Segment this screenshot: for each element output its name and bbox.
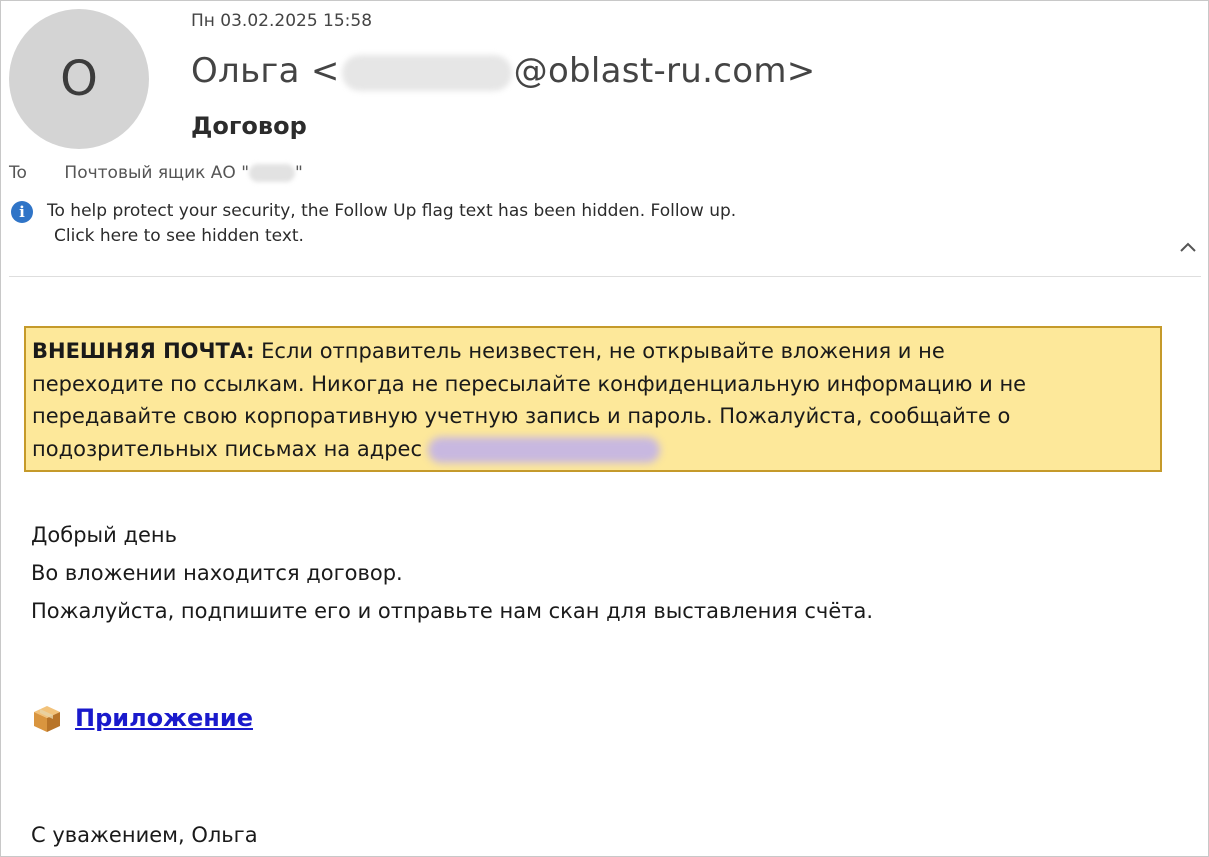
recipient-value[interactable]: Почтовый ящик АО " — [64, 163, 249, 183]
redacted-recipient — [249, 164, 296, 182]
attachment-link[interactable]: Приложение — [75, 704, 253, 732]
warning-text-2: переходите по ссылкам. Никогда не пересы… — [32, 371, 1027, 396]
sender-line[interactable]: Ольга < @oblast-ru.com> — [191, 51, 816, 91]
security-infobar[interactable]: i To help protect your security, the Fol… — [11, 199, 736, 249]
collapse-header-button[interactable] — [1176, 237, 1200, 261]
sender-domain: @oblast-ru.com> — [513, 51, 816, 91]
attachment-link-row[interactable]: Приложение — [31, 703, 253, 735]
email-body: Добрый день Во вложении находится догово… — [31, 516, 873, 630]
body-line-request: Пожалуйста, подпишите его и отправьте на… — [31, 599, 874, 623]
redacted-email-user — [341, 54, 512, 91]
chevron-up-icon — [1180, 242, 1196, 252]
package-icon — [34, 706, 60, 732]
warning-label: ВНЕШНЯЯ ПОЧТА: — [32, 339, 255, 363]
redacted-report-address — [428, 436, 661, 463]
email-reading-pane: О Пн 03.02.2025 15:58 Ольга < @oblast-ru.… — [0, 0, 1209, 857]
infobar-text: To help protect your security, the Follo… — [47, 201, 737, 221]
body-line-attachment: Во вложении находится договор. — [31, 561, 403, 585]
email-subject: Договор — [191, 112, 307, 140]
body-greeting: Добрый день — [31, 523, 177, 547]
infobar-show-hidden-link[interactable]: Click here to see hidden text. — [54, 224, 736, 249]
info-icon: i — [11, 201, 33, 223]
recipient-row: To Почтовый ящик АО " " — [9, 163, 303, 183]
email-signature: С уважением, Ольга — [31, 823, 258, 847]
sender-name: Ольга < — [191, 51, 340, 91]
avatar-letter: О — [60, 51, 98, 107]
header-divider — [9, 276, 1201, 277]
warning-text-3: передавайте свою корпоративную учетную з… — [32, 404, 1011, 428]
received-date: Пн 03.02.2025 15:58 — [191, 11, 373, 31]
warning-text-1: Если отправитель неизвестен, не открывай… — [254, 339, 945, 363]
sender-avatar[interactable]: О — [9, 9, 149, 149]
recipient-value-end: " — [295, 163, 303, 183]
warning-text-4: подозрительных письмах на адрес — [32, 436, 423, 461]
to-label: To — [9, 163, 27, 183]
external-mail-warning-banner: ВНЕШНЯЯ ПОЧТА: Если отправитель неизвест… — [24, 326, 1162, 472]
